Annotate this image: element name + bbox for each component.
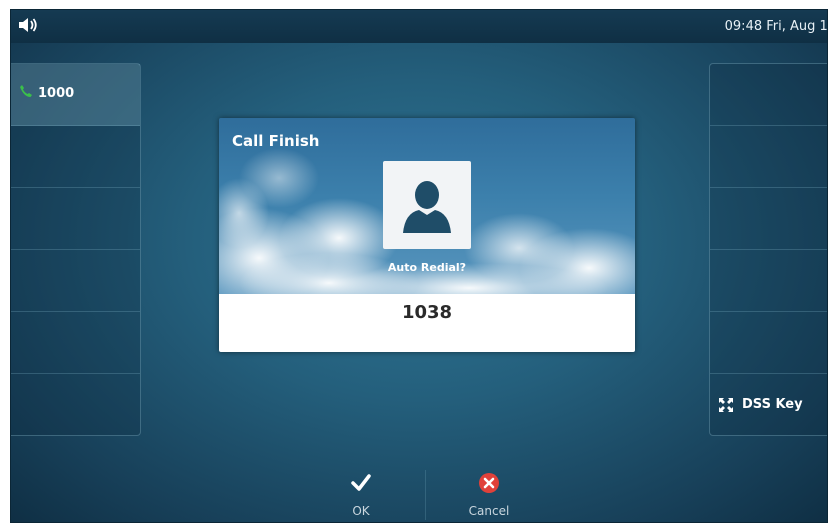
avatar <box>383 161 471 249</box>
dss-key-empty[interactable] <box>710 64 827 126</box>
auto-redial-prompt: Auto Redial? <box>387 261 467 274</box>
dialog-title: Call Finish <box>232 132 320 150</box>
close-circle-icon <box>479 473 499 493</box>
checkmark-icon <box>351 474 371 491</box>
status-bar: 09:48 Fri, Aug 1! <box>11 10 827 43</box>
line-key-1000[interactable]: 1000 <box>11 64 140 126</box>
dss-key-empty[interactable] <box>710 312 827 374</box>
dss-key-button[interactable]: DSS Key <box>710 374 827 436</box>
line-key-empty[interactable] <box>11 126 140 188</box>
expand-arrows-icon <box>719 398 733 412</box>
ok-label: OK <box>352 504 370 518</box>
softkey-bar: OK Cancel <box>11 458 827 522</box>
line-key-label: 1000 <box>38 86 75 101</box>
cancel-label: Cancel <box>468 504 510 518</box>
line-key-empty[interactable] <box>11 312 140 374</box>
number-panel: 1038 <box>219 294 635 352</box>
phone-screen: 09:48 Fri, Aug 1! 1000 DSS Key Call Fini… <box>10 9 828 523</box>
dss-key-empty[interactable] <box>710 126 827 188</box>
contact-silhouette-icon <box>403 181 451 233</box>
dss-key-label: DSS Key <box>742 397 803 412</box>
sky-background: Call Finish Auto Redial? <box>219 118 635 294</box>
speaker-icon[interactable] <box>17 16 39 34</box>
call-finish-dialog: Call Finish Auto Redial? 1038 <box>219 118 635 352</box>
line-keys-panel: 1000 <box>11 63 141 436</box>
softkey-divider <box>425 470 426 520</box>
phone-icon <box>20 85 32 97</box>
dss-key-empty[interactable] <box>710 188 827 250</box>
redial-number: 1038 <box>401 302 453 323</box>
line-key-empty[interactable] <box>11 374 140 436</box>
dss-key-empty[interactable] <box>710 250 827 312</box>
ok-button[interactable]: OK <box>311 458 411 522</box>
clock: 09:48 Fri, Aug 1! <box>724 19 828 34</box>
line-key-empty[interactable] <box>11 188 140 250</box>
cancel-button[interactable]: Cancel <box>439 458 539 522</box>
dss-keys-panel: DSS Key <box>709 63 827 436</box>
line-key-empty[interactable] <box>11 250 140 312</box>
